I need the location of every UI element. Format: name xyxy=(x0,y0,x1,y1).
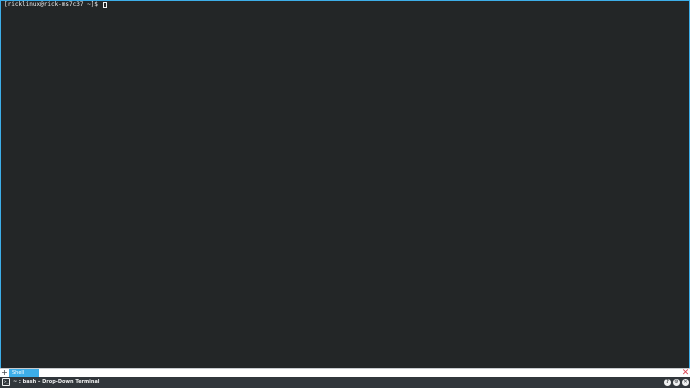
close-icon: ✕ xyxy=(683,379,688,385)
settings-icon: ⚙ xyxy=(674,379,679,385)
help-icon: ? xyxy=(666,379,669,385)
tab-shell[interactable]: Shell xyxy=(9,369,39,377)
prompt-text: [ricklinux@rick-ms7c37 ~]$ xyxy=(4,1,102,8)
settings-button[interactable]: ⚙ xyxy=(673,379,680,386)
terminal-area[interactable]: [ricklinux@rick-ms7c37 ~]$ xyxy=(0,0,690,368)
tab-bar: + Shell ✕ xyxy=(0,368,690,378)
close-window-button[interactable]: ✕ xyxy=(682,379,689,386)
new-tab-button[interactable]: + xyxy=(0,369,9,377)
prompt-line: [ricklinux@rick-ms7c37 ~]$ xyxy=(4,1,107,9)
title-bar: >_ ~ : bash – Drop-Down Terminal ? ⚙ ✕ xyxy=(0,377,690,388)
terminal-icon: >_ xyxy=(2,378,10,386)
window-title: ~ : bash – Drop-Down Terminal xyxy=(13,379,100,385)
help-button[interactable]: ? xyxy=(664,379,671,386)
close-tab-button[interactable]: ✕ xyxy=(681,369,690,378)
text-cursor xyxy=(102,2,107,8)
